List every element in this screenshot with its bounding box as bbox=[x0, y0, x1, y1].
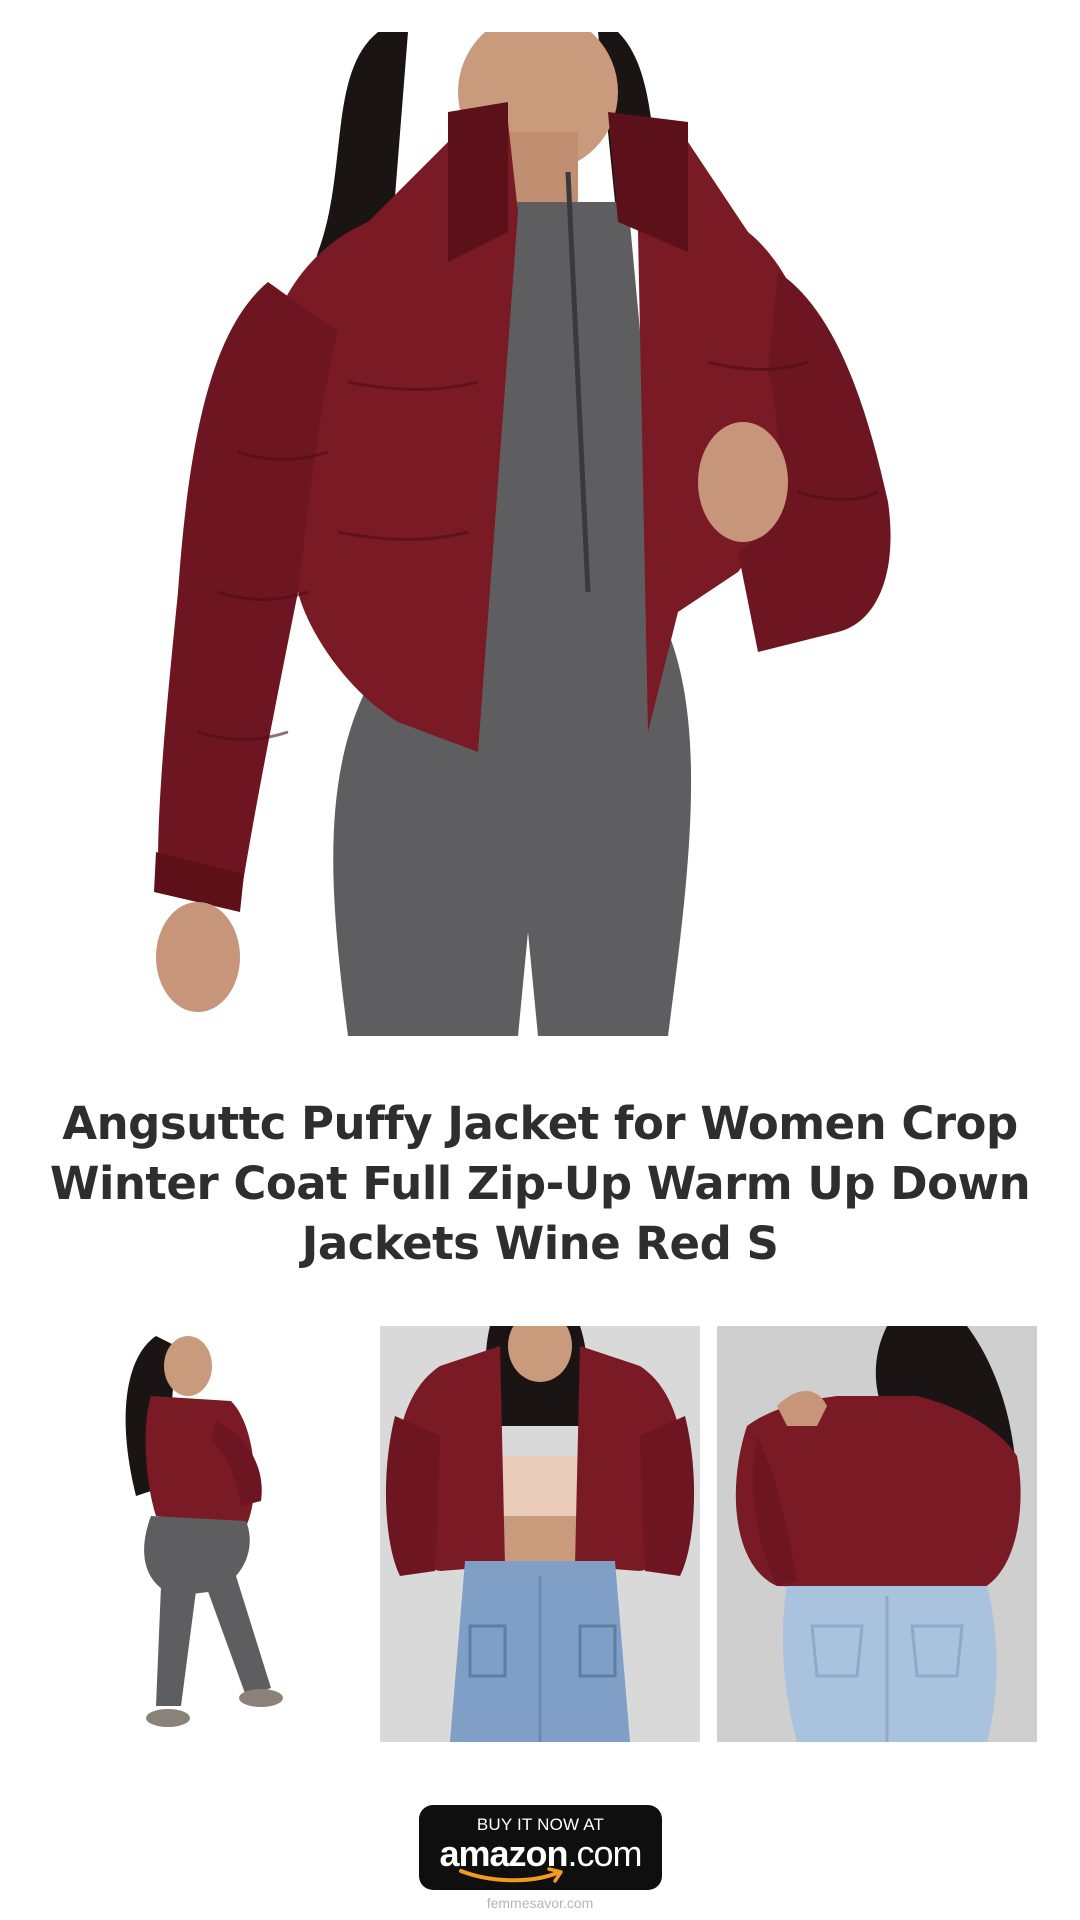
amazon-tld-text: .com bbox=[567, 1833, 643, 1874]
thumbnail-side-illustration bbox=[125, 1336, 283, 1727]
cta-top-label: BUY IT NOW AT bbox=[476, 1815, 605, 1834]
product-thumbnail-front[interactable] bbox=[380, 1326, 700, 1742]
thumbnail-back-illustration bbox=[735, 1326, 1021, 1742]
hero-jacket-illustration bbox=[154, 32, 891, 1036]
product-thumbnail-back[interactable] bbox=[717, 1326, 1037, 1742]
footer-site-watermark: femmesavor.com bbox=[486, 1895, 594, 1911]
amazon-smile-icon bbox=[459, 1867, 563, 1883]
buy-on-amazon-button[interactable]: BUY IT NOW AT amazon.com bbox=[419, 1805, 662, 1890]
product-title: Angsuttc Puffy Jacket for Women Crop Win… bbox=[49, 1097, 1031, 1270]
product-thumbnail-side[interactable] bbox=[46, 1326, 366, 1742]
thumbnail-front-illustration bbox=[385, 1326, 695, 1742]
hero-product-image bbox=[148, 32, 900, 1036]
